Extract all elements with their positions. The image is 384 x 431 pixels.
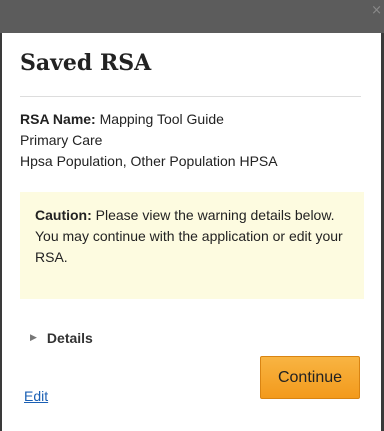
details-toggle[interactable]: ▶ Details <box>30 329 93 347</box>
dialog-titlebar: × <box>0 0 384 33</box>
continue-button[interactable]: Continue <box>260 356 360 399</box>
dialog-frame-left <box>0 33 2 431</box>
rsa-name-label: RSA Name: <box>20 111 96 127</box>
caution-label: Caution: <box>35 207 92 223</box>
dialog-title: Saved RSA <box>20 50 152 76</box>
details-label: Details <box>46 330 93 346</box>
edit-link[interactable]: Edit <box>24 388 48 404</box>
rsa-name-value: Mapping Tool Guide <box>99 111 224 127</box>
caution-box: Caution: Please view the warning details… <box>20 192 364 299</box>
rsa-population-type: Hpsa Population, Other Population HPSA <box>20 153 278 169</box>
title-divider <box>20 96 361 97</box>
rsa-discipline: Primary Care <box>20 132 103 148</box>
close-icon[interactable]: × <box>371 4 382 17</box>
rsa-name-row: RSA Name: Mapping Tool Guide <box>20 109 365 130</box>
caution-text: Caution: Please view the warning details… <box>35 205 355 268</box>
triangle-right-icon: ▶ <box>30 333 37 343</box>
rsa-summary: RSA Name: Mapping Tool Guide Primary Car… <box>20 109 365 172</box>
